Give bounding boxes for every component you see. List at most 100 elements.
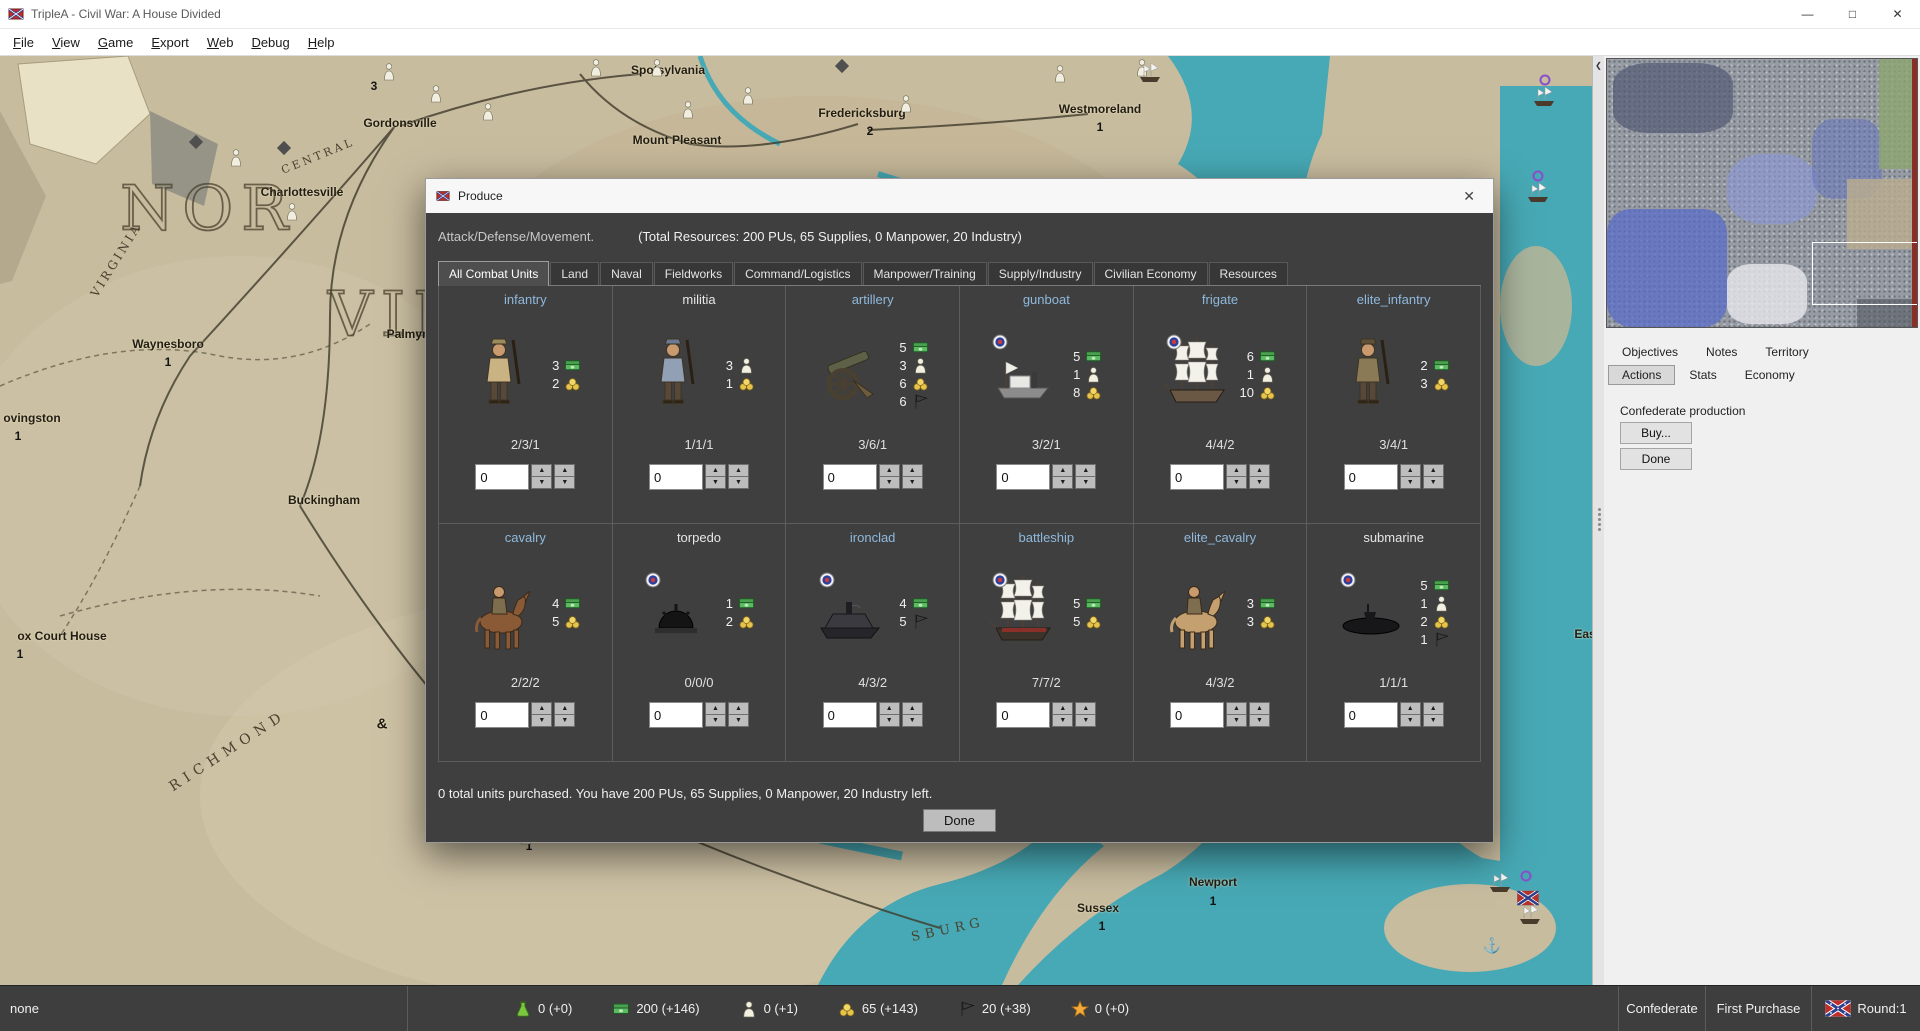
tab-naval[interactable]: Naval — [600, 262, 653, 285]
pu-icon — [564, 595, 581, 612]
quantity-input[interactable] — [475, 464, 529, 490]
decrement-button[interactable]: ▼ — [879, 476, 900, 489]
sidebar-tab-objectives[interactable]: Objectives — [1608, 342, 1692, 362]
map-label-waynesboro: Waynesboro — [132, 337, 204, 351]
menu-game[interactable]: Game — [89, 31, 142, 54]
map-soldier-unit[interactable] — [651, 59, 663, 77]
dialog-close-icon[interactable]: ✕ — [1455, 188, 1483, 205]
map-ship-unit[interactable] — [1488, 871, 1512, 893]
map-soldier-unit[interactable] — [286, 203, 298, 221]
minimap[interactable] — [1606, 58, 1918, 328]
unit-stats: 2/3/1 — [511, 437, 540, 452]
menu-debug[interactable]: Debug — [242, 31, 298, 54]
map-soldier-unit[interactable] — [430, 85, 442, 103]
minimap-viewport[interactable] — [1812, 242, 1918, 305]
quantity-input[interactable] — [1170, 464, 1224, 490]
tab-all-combat-units[interactable]: All Combat Units — [438, 261, 549, 286]
decrement-button[interactable]: ▼ — [531, 476, 552, 489]
dialog-titlebar[interactable]: Produce ✕ — [426, 179, 1493, 213]
decrement-fast-button[interactable]: ▼ — [728, 476, 749, 489]
map-flag-icon[interactable] — [1517, 891, 1539, 906]
ironclad-quantity-spinner: ▲ ▼ ▲ ▼ — [823, 702, 923, 728]
tab-land[interactable]: Land — [550, 262, 599, 285]
decrement-button[interactable]: ▼ — [705, 476, 726, 489]
splitpane-divider[interactable]: ❮ — [1592, 56, 1604, 985]
map-ship-unit[interactable] — [1518, 903, 1542, 925]
sidebar-tab-territory[interactable]: Territory — [1751, 342, 1822, 362]
supplies-icon — [838, 1000, 856, 1018]
decrement-fast-button[interactable]: ▼ — [1075, 714, 1096, 727]
unit-stats: 7/7/2 — [1032, 675, 1061, 690]
divider-grip-icon[interactable] — [1596, 506, 1602, 533]
sidebar-tab-actions[interactable]: Actions — [1608, 365, 1675, 385]
map-soldier-unit[interactable] — [1054, 65, 1066, 83]
quantity-input[interactable] — [996, 464, 1050, 490]
pu-icon — [738, 595, 755, 612]
tab-command-logistics[interactable]: Command/Logistics — [734, 262, 861, 285]
quantity-input[interactable] — [649, 702, 703, 728]
quantity-input[interactable] — [823, 702, 877, 728]
map-soldier-unit[interactable] — [900, 95, 912, 113]
map-soldier-unit[interactable] — [682, 101, 694, 119]
map-ship-unit[interactable] — [1138, 61, 1162, 83]
map-ship-unit[interactable] — [1526, 181, 1550, 203]
menu-file[interactable]: File — [4, 31, 43, 54]
sidebar-tab-stats[interactable]: Stats — [1675, 365, 1730, 385]
decrement-fast-button[interactable]: ▼ — [554, 476, 575, 489]
tab-fieldworks[interactable]: Fieldworks — [654, 262, 733, 285]
decrement-fast-button[interactable]: ▼ — [1423, 714, 1444, 727]
menu-export[interactable]: Export — [142, 31, 198, 54]
map-soldier-unit[interactable] — [590, 59, 602, 77]
tab-resources[interactable]: Resources — [1209, 262, 1288, 285]
maximize-button[interactable]: □ — [1830, 0, 1875, 28]
minimize-button[interactable]: — — [1785, 0, 1830, 28]
quantity-input[interactable] — [649, 464, 703, 490]
cost-manpower: 3 — [891, 357, 929, 374]
quantity-input[interactable] — [1344, 702, 1398, 728]
decrement-button[interactable]: ▼ — [531, 714, 552, 727]
close-button[interactable]: ✕ — [1875, 0, 1920, 28]
decrement-fast-button[interactable]: ▼ — [1075, 476, 1096, 489]
quantity-input[interactable] — [1170, 702, 1224, 728]
map-soldier-unit[interactable] — [383, 63, 395, 81]
map-ship-unit[interactable] — [1532, 85, 1556, 107]
decrement-button[interactable]: ▼ — [1400, 476, 1421, 489]
menu-help[interactable]: Help — [299, 31, 344, 54]
decrement-fast-button[interactable]: ▼ — [554, 714, 575, 727]
decrement-button[interactable]: ▼ — [1052, 476, 1073, 489]
tab-civilian-economy[interactable]: Civilian Economy — [1094, 262, 1208, 285]
pu-icon — [1259, 595, 1276, 612]
quantity-input[interactable] — [996, 702, 1050, 728]
decrement-button[interactable]: ▼ — [1400, 714, 1421, 727]
quantity-input[interactable] — [475, 702, 529, 728]
decrement-button[interactable]: ▼ — [1226, 476, 1247, 489]
map-soldier-unit[interactable] — [230, 149, 242, 167]
decrement-fast-button[interactable]: ▼ — [1249, 714, 1270, 727]
tab-manpower-training[interactable]: Manpower/Training — [863, 262, 987, 285]
map-purple-icon — [1532, 170, 1544, 182]
decrement-fast-button[interactable]: ▼ — [902, 714, 923, 727]
decrement-fast-button[interactable]: ▼ — [1249, 476, 1270, 489]
decrement-button[interactable]: ▼ — [705, 714, 726, 727]
buy-button[interactable]: Buy... — [1620, 422, 1692, 444]
sidebar-tab-economy[interactable]: Economy — [1731, 365, 1809, 385]
decrement-button[interactable]: ▼ — [1226, 714, 1247, 727]
map-soldier-unit[interactable] — [482, 103, 494, 121]
tab-supply-industry[interactable]: Supply/Industry — [988, 262, 1093, 285]
decrement-fast-button[interactable]: ▼ — [1423, 476, 1444, 489]
dialog-done-button[interactable]: Done — [923, 809, 996, 832]
decrement-fast-button[interactable]: ▼ — [728, 714, 749, 727]
unit-stats: 1/1/1 — [685, 437, 714, 452]
decrement-button[interactable]: ▼ — [1052, 714, 1073, 727]
window-titlebar[interactable]: TripleA - Civil War: A House Divided — □… — [0, 0, 1920, 29]
menu-web[interactable]: Web — [198, 31, 243, 54]
menu-view[interactable]: View — [43, 31, 89, 54]
decrement-button[interactable]: ▼ — [879, 714, 900, 727]
map-soldier-unit[interactable] — [742, 87, 754, 105]
quantity-input[interactable] — [823, 464, 877, 490]
collapse-panel-icon[interactable]: ❮ — [1593, 61, 1604, 70]
sidebar-tab-notes[interactable]: Notes — [1692, 342, 1751, 362]
decrement-fast-button[interactable]: ▼ — [902, 476, 923, 489]
quantity-input[interactable] — [1344, 464, 1398, 490]
sidebar-done-button[interactable]: Done — [1620, 448, 1692, 470]
